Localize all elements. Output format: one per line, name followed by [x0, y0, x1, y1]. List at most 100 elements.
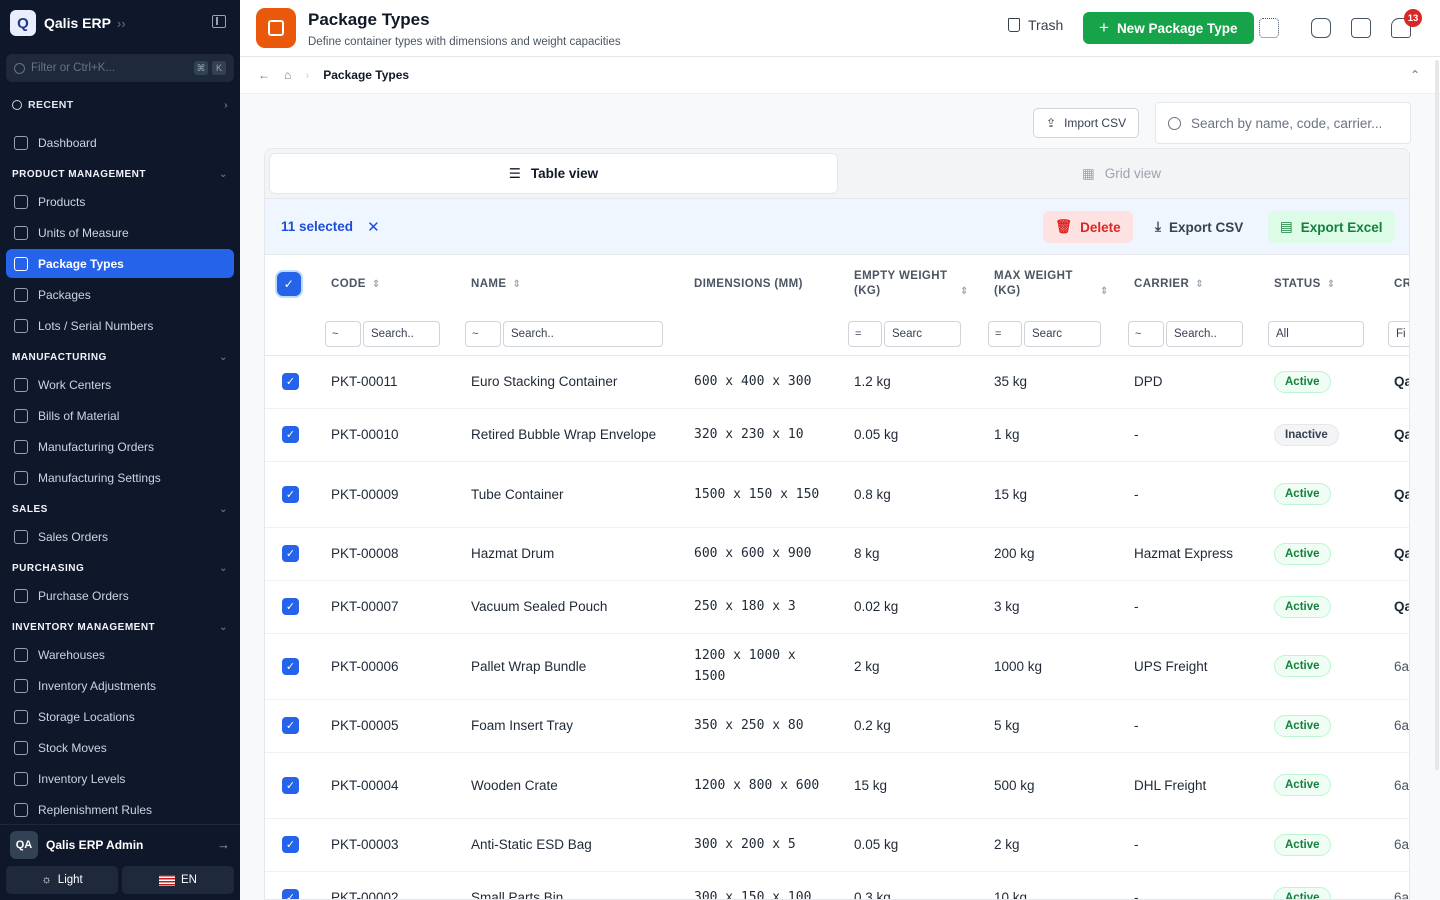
- filter-operator-select[interactable]: =: [848, 320, 882, 347]
- nav-icon: [14, 678, 28, 693]
- sidebar-item-package-types[interactable]: Package Types: [6, 249, 234, 278]
- filter-status-select[interactable]: All: [1268, 320, 1364, 347]
- row-checkbox[interactable]: ✓: [282, 545, 299, 562]
- import-csv-button[interactable]: ⇪ Import CSV: [1033, 108, 1140, 138]
- row-checkbox[interactable]: ✓: [282, 836, 299, 853]
- sidebar-item-work-centers[interactable]: Work Centers: [6, 370, 234, 399]
- column-header-carrier[interactable]: CARRIER ⇕: [1122, 255, 1262, 313]
- sort-icon: ⇕: [1195, 278, 1204, 290]
- sidebar-collapse-icon[interactable]: [212, 15, 226, 28]
- row-checkbox[interactable]: ✓: [282, 485, 299, 503]
- select-all-checkbox[interactable]: ✓: [277, 272, 301, 296]
- logout-icon[interactable]: →: [217, 837, 230, 852]
- sidebar-item-bills-of-material[interactable]: Bills of Material: [6, 401, 234, 430]
- tab-grid-view[interactable]: ▦ Grid view: [838, 153, 1405, 194]
- sidebar-section-header[interactable]: INVENTORY MANAGEMENT ⌄: [0, 616, 240, 638]
- clear-selection-icon[interactable]: ✕: [367, 218, 380, 236]
- table-row[interactable]: ✓ PKT-00004 Wooden Crate 1200 x 800 x 600 15…: [265, 752, 1409, 819]
- row-checkbox[interactable]: ✓: [282, 426, 299, 443]
- sidebar-item-stock-moves[interactable]: Stock Moves: [6, 733, 234, 762]
- filter-name-input[interactable]: Search..: [503, 320, 663, 347]
- empty-weight-cell: 0.05 kg: [842, 408, 982, 462]
- sidebar-item-sales-orders[interactable]: Sales Orders: [6, 522, 234, 551]
- sidebar-item-label: Bills of Material: [38, 408, 120, 423]
- sidebar-item-manufacturing-orders[interactable]: Manufacturing Orders: [6, 432, 234, 461]
- column-header-code[interactable]: CODE ⇕: [319, 255, 459, 313]
- column-header-name[interactable]: NAME ⇕: [459, 255, 682, 313]
- filter-operator-select[interactable]: ~: [325, 320, 361, 347]
- page-scrollbar[interactable]: [1435, 60, 1439, 770]
- back-arrow-icon[interactable]: ←: [258, 68, 270, 82]
- sidebar-item-inventory-adjustments[interactable]: Inventory Adjustments: [6, 671, 234, 700]
- tab-table-view[interactable]: ☰ Table view: [269, 153, 838, 194]
- filter-max-weight-input[interactable]: Searc: [1024, 320, 1101, 347]
- status-cell: Active: [1262, 580, 1382, 634]
- search-input[interactable]: [1191, 115, 1381, 131]
- brand[interactable]: Q Qalis ERP ››: [0, 0, 240, 46]
- theme-toggle-button[interactable]: ☼ Light: [6, 866, 118, 894]
- sidebar-section-header[interactable]: MANUFACTURING ⌄: [0, 346, 240, 368]
- robot-icon[interactable]: [1311, 18, 1331, 38]
- app-logo: Q: [10, 10, 36, 36]
- row-checkbox[interactable]: ✓: [282, 717, 299, 734]
- column-header-status[interactable]: STATUS ⇕: [1262, 255, 1382, 313]
- chat-icon[interactable]: [1351, 18, 1371, 38]
- sidebar-item-packages[interactable]: Packages: [6, 280, 234, 309]
- home-icon[interactable]: ⌂: [284, 68, 291, 82]
- filter-operator-select[interactable]: =: [988, 320, 1022, 347]
- nav-icon: [14, 287, 28, 302]
- column-header-max-weight[interactable]: MAX WEIGHT (KG) ⇕: [982, 255, 1122, 313]
- sidebar-filter-input[interactable]: Filter or Ctrl+K... ⌘ K: [6, 54, 234, 82]
- sidebar-item-inventory-levels[interactable]: Inventory Levels: [6, 764, 234, 793]
- chevron-up-icon[interactable]: ⌃: [1410, 68, 1420, 82]
- table-row[interactable]: ✓ PKT-00007 Vacuum Sealed Pouch 250 x 180 x…: [265, 580, 1409, 634]
- sidebar-item-dashboard[interactable]: Dashboard: [6, 128, 234, 157]
- export-excel-button[interactable]: ▤ Export Excel: [1268, 211, 1395, 243]
- sidebar-section-header[interactable]: PURCHASING ⌄: [0, 557, 240, 579]
- filter-empty-weight-input[interactable]: Searc: [884, 320, 961, 347]
- sidebar-item-purchase-orders[interactable]: Purchase Orders: [6, 581, 234, 610]
- nav-icon: [14, 256, 28, 271]
- sidebar-item-warehouses[interactable]: Warehouses: [6, 640, 234, 669]
- delete-button[interactable]: 🗑 Delete: [1043, 211, 1133, 243]
- filter-operator-select[interactable]: ~: [1128, 320, 1164, 347]
- table-row[interactable]: ✓ PKT-00002 Small Parts Bin 300 x 150 x 100…: [265, 871, 1409, 899]
- table-row[interactable]: ✓ PKT-00006 Pallet Wrap Bundle 1200 x 1000 …: [265, 633, 1409, 700]
- row-checkbox[interactable]: ✓: [282, 776, 299, 794]
- table-row[interactable]: ✓ PKT-00003 Anti-Static ESD Bag 300 x 200 x…: [265, 818, 1409, 872]
- sidebar-item-products[interactable]: Products: [6, 187, 234, 216]
- apps-grid-icon[interactable]: [1259, 18, 1279, 38]
- filter-carrier-input[interactable]: Search..: [1166, 320, 1243, 347]
- sidebar-item-lots-serial-numbers[interactable]: Lots / Serial Numbers: [6, 311, 234, 340]
- trash-button[interactable]: Trash: [1008, 17, 1063, 33]
- filter-created-input[interactable]: Fi: [1388, 320, 1409, 347]
- row-checkbox[interactable]: ✓: [282, 598, 299, 615]
- table-row[interactable]: ✓ PKT-00008 Hazmat Drum 600 x 600 x 900 8 kg…: [265, 527, 1409, 581]
- sidebar-item-manufacturing-settings[interactable]: Manufacturing Settings: [6, 463, 234, 492]
- sidebar-section-header[interactable]: PRODUCT MANAGEMENT ⌄: [0, 163, 240, 185]
- column-label: CR: [1394, 277, 1410, 290]
- export-csv-button[interactable]: ⤓ Export CSV: [1143, 211, 1255, 243]
- sidebar-section-header[interactable]: SALES ⌄: [0, 498, 240, 520]
- column-header-created[interactable]: CR: [1382, 255, 1410, 313]
- created-by-cell: 6a: [1382, 818, 1409, 872]
- new-package-type-button[interactable]: + New Package Type: [1083, 12, 1254, 44]
- filter-operator-select[interactable]: ~: [465, 320, 501, 347]
- filter-code-input[interactable]: Search..: [363, 320, 440, 347]
- row-checkbox[interactable]: ✓: [282, 657, 299, 675]
- column-header-empty-weight[interactable]: EMPTY WEIGHT (KG) ⇕: [842, 255, 982, 313]
- sidebar-item-replenishment-rules[interactable]: Replenishment Rules: [6, 795, 234, 824]
- row-checkbox[interactable]: ✓: [282, 373, 299, 390]
- sidebar-item-units-of-measure[interactable]: Units of Measure: [6, 218, 234, 247]
- table-row[interactable]: ✓ PKT-00010 Retired Bubble Wrap Envelope 32…: [265, 408, 1409, 462]
- sidebar-item-storage-locations[interactable]: Storage Locations: [6, 702, 234, 731]
- table-row[interactable]: ✓ PKT-00005 Foam Insert Tray 350 x 250 x 80…: [265, 699, 1409, 753]
- sidebar-item-label: Units of Measure: [38, 225, 129, 240]
- user-row[interactable]: QA Qalis ERP Admin →: [0, 824, 240, 864]
- language-button[interactable]: EN: [122, 866, 234, 894]
- carrier-cell: -: [1122, 408, 1262, 462]
- table-row[interactable]: ✓ PKT-00011 Euro Stacking Container 600 x 4…: [265, 355, 1409, 409]
- row-checkbox[interactable]: ✓: [282, 889, 299, 899]
- table-row[interactable]: ✓ PKT-00009 Tube Container 1500 x 150 x 150…: [265, 461, 1409, 528]
- sidebar-recent[interactable]: RECENT ›: [0, 94, 240, 116]
